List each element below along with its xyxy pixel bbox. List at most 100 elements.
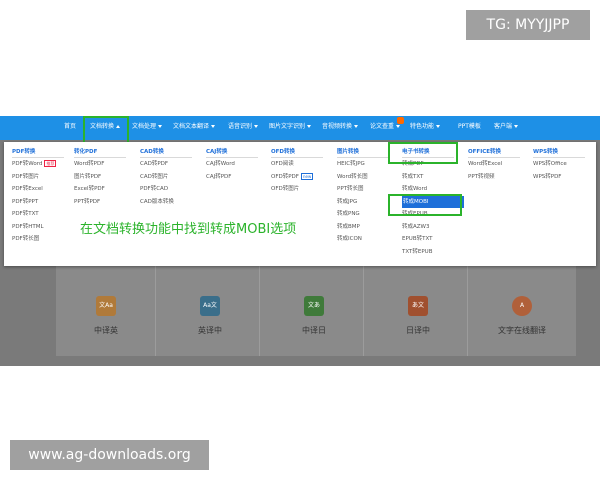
menu-item[interactable]: 转成TXT (402, 171, 464, 184)
menu-item[interactable]: CAD版本转换 (140, 196, 174, 209)
menu-item[interactable]: 转成BMP (337, 221, 368, 234)
column-divider (12, 157, 64, 158)
new-badge: new (300, 172, 314, 180)
nav-speech[interactable]: 语音识别 (228, 123, 259, 131)
caret-down-icon (396, 125, 401, 128)
menu-item[interactable]: 转成PNG (337, 208, 368, 221)
menu-item[interactable]: PDF转Word 推荐 (12, 158, 57, 171)
caret-down-icon (254, 125, 259, 128)
translate-icon: 文あ (304, 296, 324, 316)
dropdown-column: CAJ转换 CAJ转Word CAJ转PDF (206, 148, 258, 184)
translate-icon: Aa文 (200, 296, 220, 316)
nav-label: 音视频转换 (322, 123, 353, 130)
caret-down-icon (307, 125, 312, 128)
caret-down-icon (158, 125, 163, 128)
nav-label: 语音识别 (228, 123, 253, 130)
recommend-badge: 推荐 (44, 160, 57, 167)
nav-label: 图片文字识别 (269, 123, 306, 130)
column-divider (468, 157, 520, 158)
dropdown-column: WPS转换 WPS转Office WPS转PDF (533, 148, 585, 184)
dropdown-column: CAD转换 CAD转PDF CAD转图片 PDF转CAD CAD版本转换 (140, 148, 192, 209)
nav-ocr[interactable]: 图片文字识别 (269, 123, 312, 131)
translate-card[interactable]: Aa文 英译中 (160, 266, 260, 356)
menu-item[interactable]: 转成ICON (337, 233, 368, 246)
menu-item[interactable]: PDF转Excel (12, 183, 56, 196)
translate-card[interactable]: A 文字在线翻译 (472, 266, 572, 356)
translate-icon: 文Aa (96, 296, 116, 316)
menu-item[interactable]: EPUB转TXT (402, 233, 464, 246)
translate-card[interactable]: あ文 日译中 (368, 266, 468, 356)
nav-plagiarism[interactable]: 论文查重 (370, 123, 401, 131)
translate-label: 中译英 (94, 326, 118, 335)
menu-item[interactable]: PDF转图片 (12, 171, 56, 184)
nav-special[interactable]: 特色功能 (410, 123, 441, 131)
menu-item[interactable]: 转成AZW3 (402, 221, 464, 234)
menu-item[interactable]: 图片转PDF (74, 171, 105, 184)
menu-item[interactable]: HEIC转JPG (337, 158, 368, 171)
nav-home[interactable]: 首页 (64, 123, 76, 131)
menu-item[interactable]: OFD转PDF new (271, 171, 314, 184)
nav-label: PPT模板 (458, 123, 481, 130)
dropdown-column: 图片转换 HEIC转JPG Word转长图 PPT转长图 转成JPG 转成PNG… (337, 148, 389, 246)
dropdown-column: 转化PDF Word转PDF 图片转PDF Excel转PDF PPT转PDF (74, 148, 126, 209)
menu-item[interactable]: PPT转视频 (468, 171, 502, 184)
highlight-nav-box (83, 116, 129, 144)
column-divider (533, 157, 585, 158)
menu-item[interactable]: TXT转EPUB (402, 246, 464, 259)
nav-doc-translate[interactable]: 文档文本翻译 (173, 123, 216, 131)
menu-item[interactable]: OFD转图片 (271, 183, 313, 196)
column-divider (337, 157, 389, 158)
column-divider (206, 157, 258, 158)
menu-item[interactable]: Word转长图 (337, 171, 368, 184)
menu-item[interactable]: CAD转PDF (140, 158, 174, 171)
translate-icon: A (512, 296, 532, 316)
menu-item[interactable]: PDF转HTML (12, 221, 56, 234)
menu-item-label: OFD转PDF (271, 173, 299, 180)
translate-card[interactable]: 文Aa 中译英 (56, 266, 156, 356)
menu-item[interactable]: Word转PDF (74, 158, 105, 171)
column-divider (140, 157, 192, 158)
tg-watermark: TG: MYYJJPP (466, 10, 590, 40)
translate-icon: あ文 (408, 296, 428, 316)
column-divider (271, 157, 323, 158)
menu-item[interactable]: PDF转长图 (12, 233, 56, 246)
translate-label: 英译中 (198, 326, 222, 335)
menu-item[interactable]: CAJ转PDF (206, 171, 235, 184)
hot-badge-icon (397, 117, 404, 124)
nav-label: 论文查重 (370, 123, 395, 130)
caret-down-icon (354, 125, 359, 128)
menu-item[interactable]: PPT转长图 (337, 183, 368, 196)
nav-media[interactable]: 音视频转换 (322, 123, 359, 131)
menu-item[interactable]: CAJ转Word (206, 158, 235, 171)
menu-item[interactable]: PDF转PPT (12, 196, 56, 209)
nav-client[interactable]: 客户端 (494, 123, 519, 131)
menu-item-label: PDF转Word (12, 161, 43, 167)
nav-label: 客户端 (494, 123, 513, 130)
nav-label: 首页 (64, 123, 77, 130)
site-watermark: www.ag-downloads.org (10, 440, 209, 470)
menu-item[interactable]: WPS转PDF (533, 171, 567, 184)
highlight-mobi-box (388, 194, 462, 216)
menu-item[interactable]: Word转Excel (468, 158, 502, 171)
dropdown-column: OFFICE转换 Word转Excel PPT转视频 (468, 148, 520, 184)
menu-item[interactable]: PDF转TXT (12, 208, 56, 221)
nav-doc-process[interactable]: 文档处理 (132, 123, 163, 131)
doc-convert-dropdown: PDF转换 PDF转Word 推荐 PDF转图片 PDF转Excel PDF转PP… (4, 142, 596, 266)
menu-item[interactable]: Excel转PDF (74, 183, 105, 196)
nav-label: 文档处理 (132, 123, 157, 130)
menu-item[interactable]: WPS转Office (533, 158, 567, 171)
menu-item[interactable]: CAD转图片 (140, 171, 174, 184)
caret-down-icon (514, 125, 519, 128)
nav-ppt[interactable]: PPT模板 (458, 123, 481, 131)
dropdown-column: PDF转换 PDF转Word 推荐 PDF转图片 PDF转Excel PDF转PP… (12, 148, 64, 246)
caret-down-icon (211, 125, 216, 128)
menu-item[interactable]: OFD阅读 (271, 158, 313, 171)
stage: TG: MYYJJPP 首页 文档转换 文档处理 文档文本翻译 语音识别 图片文… (0, 0, 600, 480)
caret-down-icon (436, 125, 441, 128)
translate-label: 日译中 (406, 326, 430, 335)
translate-card[interactable]: 文あ 中译日 (264, 266, 364, 356)
menu-item[interactable]: PPT转PDF (74, 196, 105, 209)
column-divider (74, 157, 126, 158)
menu-item[interactable]: 转成JPG (337, 196, 368, 209)
menu-item[interactable]: PDF转CAD (140, 183, 174, 196)
